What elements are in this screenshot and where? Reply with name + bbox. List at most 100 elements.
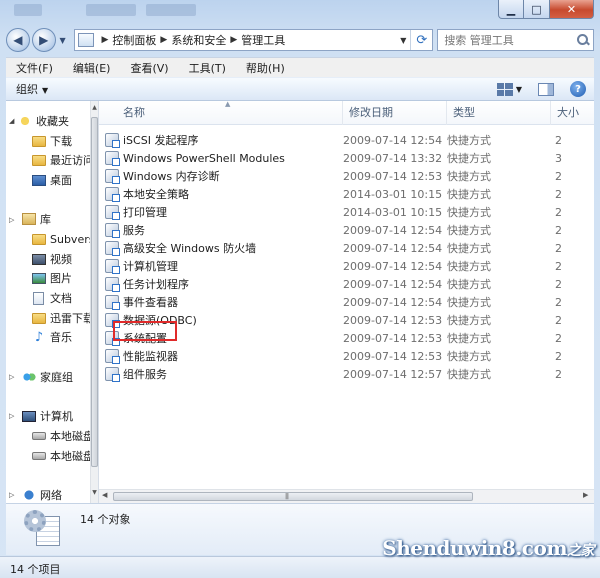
file-type: 快捷方式 (447, 368, 491, 381)
gear-icon (24, 510, 46, 532)
view-options-dropdown-icon[interactable]: ▼ (516, 85, 522, 94)
nav-item-documents[interactable]: 文档 (32, 289, 72, 307)
nav-item-libraries[interactable]: 库 (22, 210, 51, 228)
music-icon: ♪ (34, 329, 44, 345)
computer-icon (22, 410, 36, 422)
title-hint-1 (14, 4, 42, 16)
expand-computer-icon[interactable]: ▷ (9, 412, 14, 420)
change-view-icon[interactable] (496, 82, 513, 96)
table-row[interactable]: Windows 内存诊断 2009-07-14 12:53 快捷方式 2 (99, 167, 594, 185)
column-header-type[interactable]: 类型 (447, 101, 551, 125)
forward-button[interactable]: ▶ (31, 28, 56, 52)
scroll-left-icon[interactable]: ◀ (102, 491, 107, 499)
nav-item-homegroup[interactable]: 家庭组 (22, 368, 73, 386)
help-icon[interactable]: ? (570, 81, 586, 97)
breadcrumb-admin-tools[interactable]: 管理工具 (241, 32, 285, 48)
title-hint-2 (86, 4, 136, 16)
table-row[interactable]: 计算机管理 2009-07-14 12:54 快捷方式 2 (99, 257, 594, 275)
shortcut-icon (105, 241, 120, 256)
nav-item-local-disk-2[interactable]: 本地磁盘 (32, 447, 94, 465)
nav-item-subversion[interactable]: Subvers (32, 230, 94, 248)
nav-item-downloads[interactable]: 下载 (32, 132, 72, 150)
nav-item-label: 本地磁盘 (50, 430, 94, 443)
breadcrumb-system-security[interactable]: 系统和安全 (171, 32, 226, 48)
address-bar[interactable]: ▶ 控制面板 ▶ 系统和安全 ▶ 管理工具 ▼ ⟳ (74, 29, 434, 51)
scroll-right-icon[interactable]: ▶ (583, 491, 588, 499)
expand-libraries-icon[interactable]: ▷ (9, 216, 14, 224)
back-button[interactable]: ◀ (6, 28, 30, 52)
column-header-size[interactable]: 大小 (551, 101, 594, 125)
shortcut-icon (105, 133, 120, 148)
nav-item-desktop[interactable]: 桌面 (32, 171, 72, 189)
search-input[interactable] (444, 33, 575, 47)
breadcrumb-control-panel[interactable]: 控制面板 (112, 32, 156, 48)
document-icon (33, 291, 44, 305)
file-size: 2 (555, 313, 562, 327)
admin-tools-icon (22, 510, 64, 552)
minimize-button[interactable]: ▁ (498, 0, 524, 19)
nav-item-computer[interactable]: 计算机 (22, 407, 73, 425)
table-row[interactable]: 组件服务 2009-07-14 12:57 快捷方式 2 (99, 365, 594, 383)
control-panel-icon (78, 33, 95, 47)
file-size: 2 (555, 241, 562, 255)
title-hint-3 (146, 4, 196, 16)
menu-view[interactable]: 查看(V) (120, 60, 178, 76)
column-header-name[interactable]: 名称 (117, 101, 343, 125)
nav-item-label: Subvers (50, 232, 95, 246)
table-row[interactable]: 打印管理 2014-03-01 10:15 快捷方式 2 (99, 203, 594, 221)
file-date: 2009-07-14 13:32 (343, 151, 443, 165)
scroll-down-icon[interactable]: ▼ (91, 489, 98, 497)
breadcrumb-separator-icon[interactable]: ▶ (101, 35, 108, 45)
nav-item-network[interactable]: 网络 (22, 486, 62, 503)
file-name: 高级安全 Windows 防火墙 (123, 242, 257, 255)
file-name: iSCSI 发起程序 (123, 134, 199, 147)
file-list-horizontal-scrollbar[interactable]: ◀ ||| ▶ (99, 489, 594, 503)
address-dropdown-icon[interactable]: ▼ (396, 36, 410, 45)
search-icon[interactable] (576, 33, 590, 47)
expand-network-icon[interactable]: ▷ (9, 491, 14, 499)
file-name: 本地安全策略 (123, 188, 189, 201)
menu-help[interactable]: 帮助(H) (236, 60, 295, 76)
table-row[interactable]: 事件查看器 2009-07-14 12:54 快捷方式 2 (99, 293, 594, 311)
table-row[interactable]: iSCSI 发起程序 2009-07-14 12:54 快捷方式 2 (99, 131, 594, 149)
refresh-icon[interactable]: ⟳ (410, 30, 432, 50)
horizontal-scroll-thumb[interactable] (113, 492, 473, 501)
menu-tools[interactable]: 工具(T) (179, 60, 236, 76)
table-row-services[interactable]: 服务 2009-07-14 12:54 快捷方式 2 (99, 221, 594, 239)
organize-button[interactable]: 组织 ▼ (6, 81, 48, 97)
recent-pages-dropdown[interactable]: ▼ (57, 36, 69, 45)
breadcrumb-separator-icon[interactable]: ▶ (230, 35, 237, 45)
nav-pane-scroll-thumb[interactable] (91, 117, 98, 467)
file-size: 3 (555, 151, 562, 165)
nav-item-music[interactable]: ♪ 音乐 (32, 328, 72, 346)
nav-pane-scrollbar[interactable]: ▲ ▼ (90, 101, 98, 503)
close-button[interactable]: ✕ (550, 0, 594, 19)
table-row[interactable]: 性能监视器 2009-07-14 12:53 快捷方式 2 (99, 347, 594, 365)
nav-item-recent[interactable]: 最近访问 (32, 151, 94, 169)
file-type: 快捷方式 (447, 296, 491, 309)
column-header-date[interactable]: 修改日期 (343, 101, 447, 125)
table-row[interactable]: 任务计划程序 2009-07-14 12:54 快捷方式 2 (99, 275, 594, 293)
scroll-up-icon[interactable]: ▲ (91, 104, 98, 112)
nav-item-thunder-downloads[interactable]: 迅雷下载 (32, 309, 94, 327)
nav-item-label: 网络 (40, 489, 62, 502)
table-row[interactable]: 高级安全 Windows 防火墙 2009-07-14 12:54 快捷方式 2 (99, 239, 594, 257)
table-row[interactable]: Windows PowerShell Modules 2009-07-14 13:… (99, 149, 594, 167)
explorer-window: ▁ □ ✕ ◀ ▶ ▼ ▶ 控制面板 ▶ 系统和安全 ▶ 管理工具 ▼ ⟳ 文件… (0, 0, 600, 578)
search-box[interactable] (437, 29, 594, 51)
breadcrumb-separator-icon[interactable]: ▶ (160, 35, 167, 45)
table-row[interactable]: 本地安全策略 2014-03-01 10:15 快捷方式 2 (99, 185, 594, 203)
expand-homegroup-icon[interactable]: ▷ (9, 373, 14, 381)
menu-edit[interactable]: 编辑(E) (63, 60, 121, 76)
nav-item-videos[interactable]: 视频 (32, 250, 72, 268)
shortcut-icon (105, 169, 120, 184)
nav-item-local-disk-1[interactable]: 本地磁盘 (32, 427, 94, 445)
nav-item-favorites[interactable]: 收藏夹 (18, 112, 69, 130)
preview-pane-icon[interactable] (538, 82, 554, 96)
file-date: 2009-07-14 12:54 (343, 133, 443, 147)
menu-file[interactable]: 文件(F) (6, 60, 63, 76)
expand-favorites-icon[interactable]: ◢ (9, 117, 14, 125)
maximize-button[interactable]: □ (524, 0, 550, 19)
nav-item-pictures[interactable]: 图片 (32, 269, 72, 287)
file-date: 2009-07-14 12:54 (343, 295, 443, 309)
